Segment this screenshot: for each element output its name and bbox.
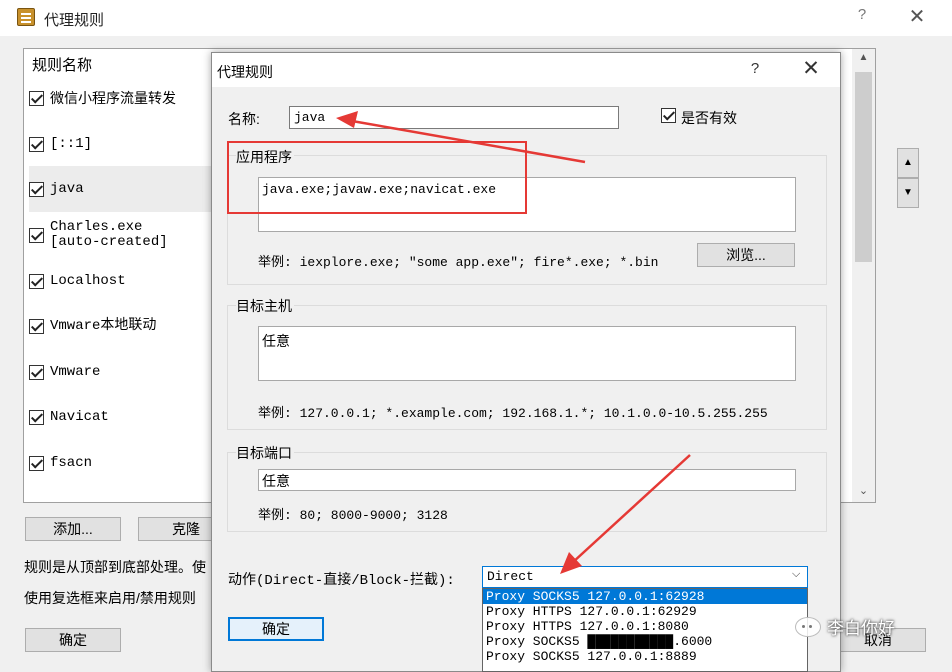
watermark-text: 李白你好 — [827, 619, 895, 638]
annotation-arrow-action — [571, 454, 691, 564]
annotation-arrowhead-name — [336, 111, 358, 128]
wechat-icon — [795, 616, 821, 637]
annotation-arrow-name — [351, 119, 586, 164]
annotation-arrows — [336, 111, 691, 574]
watermark: 李白你好 — [795, 614, 895, 639]
